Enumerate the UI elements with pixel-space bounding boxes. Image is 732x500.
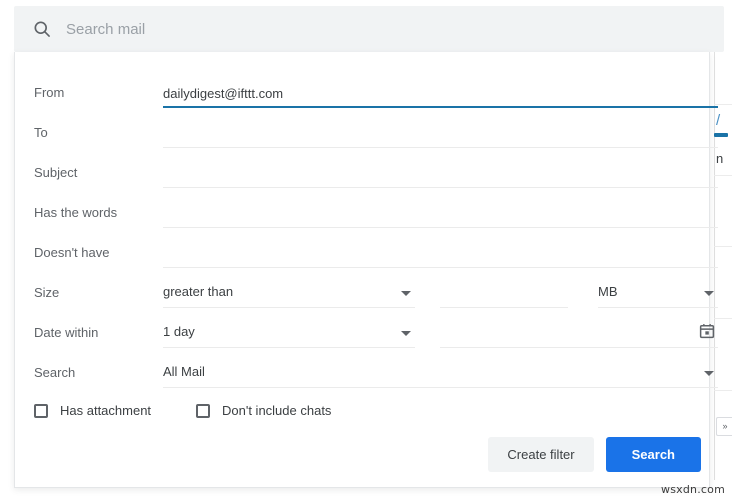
search-icon <box>32 19 52 39</box>
label-doesnt-have: Doesn't have <box>34 245 109 260</box>
date-value-field[interactable] <box>440 320 718 348</box>
checkbox-dont-include-chats-label: Don't include chats <box>222 403 331 418</box>
form-row-doesnt-have: Doesn't have <box>15 234 709 274</box>
size-unit-select[interactable]: MB <box>598 280 718 308</box>
form-row-to: To <box>15 114 709 154</box>
advanced-search-dialog: From To Subject Has the words <box>14 52 710 488</box>
form-row-from: From <box>15 74 709 114</box>
chevron-down-icon <box>401 331 411 336</box>
dialog-button-row: Create filter Search <box>488 437 701 472</box>
date-value-input[interactable] <box>440 320 690 346</box>
date-range-select[interactable]: 1 day <box>163 320 415 348</box>
calendar-icon[interactable] <box>698 322 716 340</box>
form-row-size: Size greater than MB <box>15 274 709 314</box>
background-rule-4 <box>714 318 732 319</box>
has-the-words-field[interactable] <box>163 200 718 228</box>
form-row-date-within: Date within 1 day <box>15 314 709 354</box>
form-row-has-the-words: Has the words <box>15 194 709 234</box>
label-to: To <box>34 125 48 140</box>
background-rule-5 <box>714 390 732 391</box>
label-from: From <box>34 85 64 100</box>
background-chip: » <box>716 417 732 436</box>
chevron-down-icon <box>704 291 714 296</box>
size-comparator-value: greater than <box>163 284 233 299</box>
create-filter-button[interactable]: Create filter <box>488 437 593 472</box>
subject-field[interactable] <box>163 160 718 188</box>
to-input[interactable] <box>163 120 718 146</box>
size-comparator-select[interactable]: greater than <box>163 280 415 308</box>
watermark: wsxdn.com <box>661 483 725 496</box>
checkbox-has-attachment[interactable]: Has attachment <box>34 403 151 418</box>
label-subject: Subject <box>34 165 77 180</box>
from-input[interactable] <box>163 80 718 106</box>
chevron-down-icon <box>704 371 714 376</box>
label-size: Size <box>34 285 59 300</box>
checkbox-dont-include-chats[interactable]: Don't include chats <box>196 403 331 418</box>
label-search-scope: Search <box>34 365 75 380</box>
to-field[interactable] <box>163 120 718 148</box>
checkbox-icon[interactable] <box>196 404 210 418</box>
checkbox-has-attachment-label: Has attachment <box>60 403 151 418</box>
checkbox-icon[interactable] <box>34 404 48 418</box>
doesnt-have-input[interactable] <box>163 240 718 266</box>
search-scope-select[interactable]: All Mail <box>163 360 718 388</box>
search-bar[interactable] <box>14 6 724 52</box>
subject-input[interactable] <box>163 160 718 186</box>
form-row-search-scope: Search All Mail <box>15 354 709 394</box>
search-input[interactable] <box>66 17 724 41</box>
date-range-value: 1 day <box>163 324 195 339</box>
search-button[interactable]: Search <box>606 437 701 472</box>
doesnt-have-field[interactable] <box>163 240 718 268</box>
form-row-subject: Subject <box>15 154 709 194</box>
has-the-words-input[interactable] <box>163 200 718 226</box>
label-has-the-words: Has the words <box>34 205 117 220</box>
checkbox-row: Has attachment Don't include chats <box>15 397 709 431</box>
size-unit-value: MB <box>598 284 618 299</box>
label-date-within: Date within <box>34 325 98 340</box>
from-field[interactable] <box>163 80 718 108</box>
size-amount-field[interactable] <box>440 280 568 308</box>
search-scope-value: All Mail <box>163 364 205 379</box>
size-amount-input[interactable] <box>440 280 568 306</box>
chevron-down-icon <box>401 291 411 296</box>
